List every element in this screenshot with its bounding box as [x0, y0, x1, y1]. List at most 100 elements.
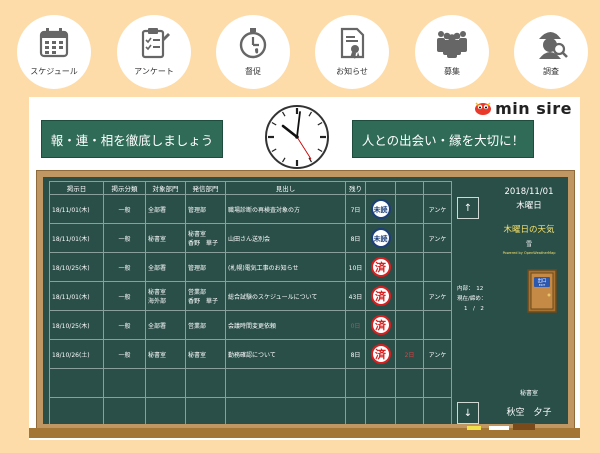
cell-remaining: 7日 — [345, 194, 366, 224]
cell-anke — [423, 397, 452, 424]
current-date: 2018/11/01 — [504, 187, 554, 197]
cell-anke: アンケ — [423, 281, 452, 311]
col-remaining-header[interactable]: 残り — [345, 181, 366, 195]
table-row[interactable]: 18/10/25(木) 一般 全部署 営業部 会議時間変更依頼 0日済 — [49, 310, 452, 340]
read-badge[interactable]: 済 — [370, 344, 391, 364]
cell-sender: 管理部 — [185, 194, 226, 224]
cell-sender: 管理部 — [185, 252, 226, 282]
eraser — [513, 423, 535, 430]
read-badge[interactable]: 済 — [370, 315, 391, 335]
nav-label: スケジュール — [30, 67, 78, 76]
sender-line: 香野 華子 — [188, 298, 219, 305]
nav-investigate-button[interactable]: 調査 — [514, 15, 588, 89]
nav-notice-button[interactable]: お知らせ — [315, 15, 389, 89]
cell-extra — [395, 194, 424, 224]
nav-label: アンケート — [134, 67, 174, 76]
cell-status — [365, 397, 396, 424]
cell-title[interactable]: 山田さん送別会 — [225, 223, 346, 253]
cell-date: 18/10/25(木) — [49, 310, 104, 340]
cell-extra — [395, 223, 424, 253]
cell-status: 未読 — [365, 194, 396, 224]
cell-status: 済 — [365, 281, 396, 311]
table-row[interactable] — [49, 397, 452, 424]
col-date-header[interactable]: 掲示日 — [49, 181, 104, 195]
cell-target: 秘書室 — [145, 339, 186, 369]
col-category-header[interactable]: 掲示分類 — [103, 181, 146, 195]
cell-title[interactable]: (札幌)電気工事のお知らせ — [225, 252, 346, 282]
read-badge[interactable]: 済 — [370, 286, 391, 306]
nav-label: お知らせ — [336, 67, 368, 76]
cell-date: 18/11/01(木) — [49, 223, 104, 253]
table-row[interactable]: 18/11/01(木) 一般 秘書室 秘書室 香野 華子 山田さん送別会 8日 未読 アンケ — [49, 223, 452, 253]
nav-recruit-button[interactable]: 募集 — [415, 15, 489, 89]
cell-category: 一般 — [103, 252, 146, 282]
cell-category: 一般 — [103, 339, 146, 369]
weather-value: 雪 — [525, 241, 532, 248]
col-anke-header — [423, 181, 452, 195]
cell-sender — [185, 368, 226, 398]
table-row[interactable]: 18/10/25(木) 一般 全部署 管理部 (札幌)電気工事のお知らせ 10日済 — [49, 252, 452, 282]
cell-extra — [395, 368, 424, 398]
unread-badge[interactable]: 未読 — [370, 228, 391, 248]
mascot-icon — [475, 102, 492, 115]
read-badge[interactable]: 済 — [370, 257, 391, 277]
cell-title[interactable]: 会議時間変更依頼 — [225, 310, 346, 340]
scroll-up-button[interactable]: ↑ — [457, 197, 479, 219]
col-title-header[interactable]: 見出し — [225, 181, 346, 195]
stat-current-label: 現在/締め： — [457, 296, 487, 302]
cell-remaining: 8日 — [345, 339, 366, 369]
cell-category — [103, 397, 146, 424]
table-row[interactable]: 18/10/26(土) 一般 秘書室 秘書室 勤務確認について 8日済 2日 アンケ — [49, 339, 452, 369]
cell-remaining: 43日 — [345, 281, 366, 311]
cell-category — [103, 368, 146, 398]
cell-target: 秘書室 — [145, 223, 186, 253]
notice-table: 掲示日 掲示分類 対象部門 発信部門 見出し 残り 18/11/01(木) 一般全… — [49, 181, 452, 424]
table-row[interactable]: 18/11/01(木) 一般 全部署 管理部 職場診断の再検査対象の方 7日 未読 アンケ — [49, 194, 452, 224]
cell-sender: 営業部 香野 華子 — [185, 281, 226, 311]
table-row[interactable]: 18/11/01(木) 一般 秘書室 海外部 営業部 香野 華子 総合試験のスケジュールにつ… — [49, 281, 452, 311]
cell-target: 全部署 — [145, 194, 186, 224]
door-sub: EXIT — [539, 283, 546, 287]
cell-sender: 秘書室 香野 華子 — [185, 223, 226, 253]
cell-title[interactable] — [225, 397, 346, 424]
cell-anke — [423, 368, 452, 398]
cell-target — [145, 397, 186, 424]
cell-remaining: 8日 — [345, 223, 366, 253]
sender-line: 管理部 — [188, 264, 207, 272]
table-row[interactable] — [49, 368, 452, 398]
stopwatch-icon — [239, 28, 267, 59]
slogan-right: 人との出会い・縁を大切に！ — [352, 120, 534, 158]
sender-line: 営業部 — [188, 289, 207, 296]
sender-line: 営業部 — [188, 322, 207, 330]
slogan-left: 報・連・相を徹底しましょう — [41, 120, 223, 158]
target-line: 秘書室 — [148, 235, 167, 243]
side-panel: ↑ 2018/11/01 木曜日 木曜日の天気 雪 Powered by Ope… — [454, 181, 565, 424]
blackboard-frame: 掲示日 掲示分類 対象部門 発信部門 見出し 残り 18/11/01(木) 一般全… — [36, 170, 575, 432]
col-target-header[interactable]: 対象部門 — [145, 181, 186, 195]
exit-door[interactable]: 出口 EXIT — [527, 269, 557, 317]
unread-badge[interactable]: 未読 — [370, 199, 391, 219]
cell-extra: 2日 — [395, 339, 424, 369]
cell-remaining: 0日 — [345, 310, 366, 340]
nav-schedule-button[interactable]: スケジュール — [17, 15, 91, 89]
nav-survey-button[interactable]: アンケート — [117, 15, 191, 89]
cell-remaining — [345, 368, 366, 398]
nav-reminder-button[interactable]: 督促 — [216, 15, 290, 89]
cell-date: 18/11/01(木) — [49, 194, 104, 224]
nav-label: 調査 — [543, 67, 559, 76]
people-icon — [437, 31, 467, 58]
cell-title[interactable]: 職場診断の再検査対象の方 — [225, 194, 346, 224]
cell-date: 18/10/25(木) — [49, 252, 104, 282]
user-name: 秋空 夕子 — [506, 408, 552, 418]
cell-title[interactable]: 勤務確認について — [225, 339, 346, 369]
cell-category: 一般 — [103, 194, 146, 224]
cell-title[interactable] — [225, 368, 346, 398]
scroll-down-button[interactable]: ↓ — [457, 402, 479, 424]
cell-anke: アンケ — [423, 194, 452, 224]
cell-date — [49, 397, 104, 424]
target-line: 全部署 — [148, 264, 167, 272]
cell-anke — [423, 310, 452, 340]
cell-remaining: 10日 — [345, 252, 366, 282]
cell-title[interactable]: 総合試験のスケジュールについて — [225, 281, 346, 311]
col-sender-header[interactable]: 発信部門 — [185, 181, 226, 195]
